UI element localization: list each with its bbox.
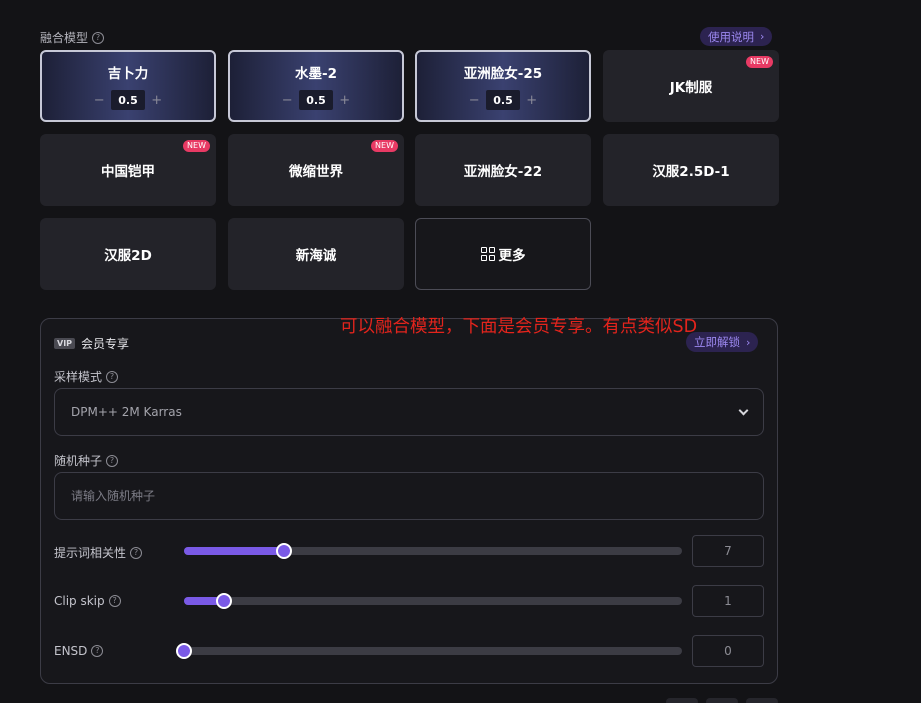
more-models-button[interactable]: 更多 [415, 218, 591, 290]
model-card-name: 新海诚 [295, 248, 337, 264]
increase-weight-button[interactable]: + [526, 93, 538, 108]
fusion-section-title: 融合模型 [40, 31, 89, 45]
model-card-name: 亚洲脸女-25 [463, 66, 543, 82]
decrease-weight-button[interactable]: − [468, 93, 480, 108]
sampler-select[interactable]: DPM++ 2M Karras [54, 388, 764, 436]
weight-value[interactable]: 0.5 [486, 90, 520, 110]
vip-header: VIP 会员专享 [54, 335, 129, 352]
slider-track[interactable] [176, 643, 682, 659]
slider-label: 提示词相关性 ? [54, 544, 143, 561]
weight-value[interactable]: 0.5 [299, 90, 333, 110]
slider-thumb[interactable] [275, 543, 292, 559]
model-card-name: 中国铠甲 [101, 164, 155, 180]
vip-tag: VIP [54, 338, 76, 349]
slider-label-text: Clip skip [54, 594, 105, 608]
clip-skip-slider-row: Clip skip ? 1 [54, 585, 764, 617]
slider-value-input[interactable]: 0 [692, 635, 764, 667]
pager-button[interactable] [706, 698, 738, 703]
model-card-jk-uniform[interactable]: NEW JK制服 [603, 50, 779, 122]
decrease-weight-button[interactable]: − [281, 93, 293, 108]
model-card-hanfu-2-5d[interactable]: 汉服2.5D-1 [603, 134, 779, 206]
weight-stepper: − 0.5 + [93, 90, 163, 110]
chevron-down-icon [738, 405, 749, 415]
seed-label-text: 随机种子 [54, 454, 103, 468]
fusion-section-label: 融合模型 ? [40, 29, 105, 46]
slider-fill [184, 547, 284, 555]
model-card-name: 水墨-2 [295, 66, 337, 82]
vip-title: 会员专享 [81, 337, 130, 351]
model-card-ink-2[interactable]: 水墨-2 − 0.5 + [228, 50, 404, 122]
model-card-chinese-armor[interactable]: NEW 中国铠甲 [40, 134, 216, 206]
seed-label: 随机种子 ? [54, 452, 119, 469]
slider-label-text: 提示词相关性 [54, 546, 127, 560]
slider-value-input[interactable]: 7 [692, 535, 764, 567]
decrease-weight-button[interactable]: − [93, 93, 105, 108]
question-circle-icon[interactable]: ? [106, 454, 119, 467]
slider-label-text: ENSD [54, 644, 88, 658]
model-card-miniature-world[interactable]: NEW 微缩世界 [228, 134, 404, 206]
model-card-name: 吉卜力 [107, 66, 149, 82]
chevron-right-icon: › [760, 30, 765, 43]
weight-value[interactable]: 0.5 [111, 90, 145, 110]
slider-value-input[interactable]: 1 [692, 585, 764, 617]
new-badge: NEW [746, 56, 773, 68]
sampler-label-text: 采样模式 [54, 370, 103, 384]
pager-button[interactable] [746, 698, 778, 703]
slider-track[interactable] [184, 593, 682, 609]
prompt-relevance-slider-row: 提示词相关性 ? 7 [54, 535, 764, 567]
slider-thumb[interactable] [176, 643, 192, 659]
pager-button[interactable] [666, 698, 698, 703]
model-card-name: 汉服2D [104, 248, 152, 264]
question-circle-icon[interactable]: ? [91, 645, 104, 657]
model-card-hanfu-2d[interactable]: 汉服2D [40, 218, 216, 290]
question-circle-icon[interactable]: ? [108, 595, 121, 607]
chevron-right-icon: › [746, 335, 751, 349]
unlock-link-label: 立即解锁 [694, 335, 740, 349]
increase-weight-button[interactable]: + [151, 93, 163, 108]
grid-icon [480, 247, 495, 261]
slider-label: ENSD ? [54, 644, 104, 658]
new-badge: NEW [371, 140, 398, 152]
model-card-asian-female-22[interactable]: 亚洲脸女-22 [415, 134, 591, 206]
model-card-name: 汉服2.5D-1 [652, 164, 730, 180]
slider-label: Clip skip ? [54, 594, 121, 608]
ensd-slider-row: ENSD ? 0 [54, 635, 764, 667]
weight-stepper: − 0.5 + [281, 90, 351, 110]
slider-thumb[interactable] [215, 593, 232, 609]
model-card-ghibli[interactable]: 吉卜力 − 0.5 + [40, 50, 216, 122]
question-circle-icon[interactable]: ? [106, 370, 119, 383]
sampler-label: 采样模式 ? [54, 368, 119, 385]
model-card-asian-female-25[interactable]: 亚洲脸女-25 − 0.5 + [415, 50, 591, 122]
sampler-value: DPM++ 2M Karras [71, 405, 182, 419]
model-card-shinkai[interactable]: 新海诚 [228, 218, 404, 290]
guide-link[interactable]: 使用说明 › [700, 27, 773, 46]
guide-link-label: 使用说明 [708, 29, 754, 44]
vip-panel: VIP 会员专享 立即解锁 › 采样模式 ? DPM++ 2M Karras 随… [40, 318, 778, 684]
question-circle-icon[interactable]: ? [130, 546, 143, 559]
increase-weight-button[interactable]: + [339, 93, 351, 108]
model-card-name: 微缩世界 [289, 164, 343, 180]
model-card-name: JK制服 [669, 80, 713, 96]
seed-input[interactable] [54, 472, 764, 520]
more-label: 更多 [498, 248, 526, 264]
new-badge: NEW [183, 140, 210, 152]
annotation-text: 可以融合模型，下面是会员专享。有点类似SD [340, 317, 698, 337]
model-card-name: 亚洲脸女-22 [463, 164, 543, 180]
slider-track[interactable] [184, 543, 682, 559]
weight-stepper: − 0.5 + [468, 90, 538, 110]
question-circle-icon[interactable]: ? [92, 31, 105, 44]
